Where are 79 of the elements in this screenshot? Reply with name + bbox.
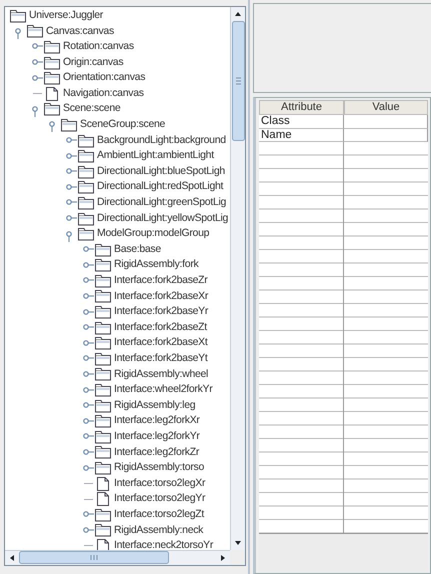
tree-node-label[interactable]: Interface:fork2baseZt bbox=[114, 320, 207, 336]
tree-node-label[interactable]: Interface:wheel2forkYr bbox=[114, 382, 212, 398]
document-icon bbox=[43, 86, 61, 101]
tree-node-label[interactable]: Navigation:canvas bbox=[63, 86, 144, 102]
tree-node-label[interactable]: Interface:fork2baseYt bbox=[114, 350, 208, 367]
folder-icon bbox=[94, 445, 112, 460]
tree-node-label[interactable]: AmbientLight:ambientLight bbox=[97, 148, 214, 164]
folder-icon bbox=[43, 102, 61, 116]
tree-node-label[interactable]: ModelGroup:modelGroup bbox=[97, 226, 210, 242]
tree-node-label[interactable]: Interface:torso2legZt bbox=[114, 506, 204, 523]
folder-icon bbox=[94, 305, 112, 320]
tree-node-label[interactable]: DirectionalLight:blueSpotLigh bbox=[97, 164, 225, 180]
tree-node-label[interactable]: Interface:leg2forkXr bbox=[114, 413, 200, 430]
folder-icon bbox=[94, 367, 112, 382]
folder-icon bbox=[94, 414, 112, 428]
folder-icon bbox=[77, 134, 95, 148]
folder-icon bbox=[43, 40, 61, 54]
tree-node-label[interactable]: BackgroundLight:background bbox=[97, 132, 226, 148]
tree-node-label[interactable]: Interface:leg2forkYr bbox=[114, 428, 200, 445]
folder-icon bbox=[26, 24, 44, 38]
folder-icon bbox=[43, 56, 61, 70]
document-icon bbox=[94, 492, 112, 506]
horizontal-scrollbar-thumb[interactable] bbox=[19, 551, 169, 564]
tree-node-label[interactable]: RigidAssembly:torso bbox=[114, 460, 204, 476]
folder-icon bbox=[9, 8, 27, 23]
folder-icon bbox=[77, 212, 95, 226]
folder-icon bbox=[77, 149, 95, 164]
tree-node-label[interactable]: Interface:leg2forkZr bbox=[114, 444, 200, 460]
tree-node-label[interactable]: RigidAssembly:fork bbox=[114, 257, 198, 274]
tree-line bbox=[84, 498, 93, 500]
tree-line bbox=[84, 545, 93, 546]
tree-node-label[interactable]: Origin:canvas bbox=[63, 54, 124, 70]
tree-node-label[interactable]: DirectionalLight:yellowSpotLig bbox=[97, 210, 228, 226]
tree-node-label[interactable]: Scene:scene bbox=[63, 101, 120, 118]
tree-line bbox=[33, 93, 42, 94]
tree-node-label[interactable]: Interface:torso2legXr bbox=[114, 476, 206, 492]
folder-icon bbox=[77, 164, 95, 179]
tree-node-label[interactable]: Base:base bbox=[114, 242, 161, 258]
folder-icon bbox=[94, 523, 112, 538]
folder-icon bbox=[94, 274, 112, 288]
tree-node-label[interactable]: Orientation:canvas bbox=[63, 70, 146, 86]
folder-icon bbox=[77, 227, 95, 242]
folder-icon bbox=[94, 383, 112, 398]
tree-node-label[interactable]: Interface:fork2baseXt bbox=[114, 335, 208, 352]
folder-icon bbox=[94, 430, 112, 444]
tree-node-label[interactable]: RigidAssembly:leg bbox=[114, 398, 196, 414]
folder-icon bbox=[60, 118, 78, 132]
tree-node-label[interactable]: RigidAssembly:neck bbox=[114, 522, 204, 538]
tree-node-label[interactable]: RigidAssembly:wheel bbox=[114, 366, 208, 382]
tree-node-label[interactable]: DirectionalLight:redSpotLight bbox=[97, 179, 224, 196]
tree-node-label[interactable]: Interface:fork2baseYr bbox=[114, 304, 208, 320]
folder-icon bbox=[94, 336, 112, 350]
folder-icon bbox=[43, 71, 61, 86]
vertical-scrollbar-thumb[interactable] bbox=[232, 21, 244, 141]
tree-node-label[interactable]: Interface:torso2legYr bbox=[114, 491, 206, 508]
tree-node-label[interactable]: Universe:Juggler bbox=[29, 8, 103, 24]
folder-icon bbox=[94, 508, 112, 522]
folder-icon bbox=[94, 320, 112, 335]
tree-node-label[interactable]: Interface:fork2baseXr bbox=[114, 288, 208, 304]
folder-icon bbox=[94, 242, 112, 257]
tree-line bbox=[84, 483, 93, 484]
tree-node-label[interactable]: Interface:neck2torsoYr bbox=[114, 538, 214, 550]
tree-node-label[interactable]: SceneGroup:scene bbox=[80, 117, 166, 133]
document-icon bbox=[94, 538, 112, 550]
column-header[interactable]: Attribute bbox=[259, 100, 344, 115]
folder-icon bbox=[94, 352, 112, 366]
tree-node-label[interactable]: DirectionalLight:greenSpotLig bbox=[97, 195, 226, 211]
column-header[interactable]: Value bbox=[344, 100, 428, 115]
tree-node-label[interactable]: Interface:fork2baseZr bbox=[114, 273, 208, 289]
folder-icon bbox=[94, 398, 112, 413]
folder-icon bbox=[77, 196, 95, 210]
tree-node-label[interactable]: Rotation:canvas bbox=[63, 39, 134, 55]
tree-node-label[interactable]: Canvas:canvas bbox=[46, 24, 114, 40]
table-cell: Class bbox=[259, 115, 344, 128]
folder-icon bbox=[94, 258, 112, 272]
folder-icon bbox=[94, 461, 112, 476]
folder-icon bbox=[77, 180, 95, 194]
document-icon bbox=[94, 476, 112, 491]
folder-icon bbox=[94, 289, 112, 304]
